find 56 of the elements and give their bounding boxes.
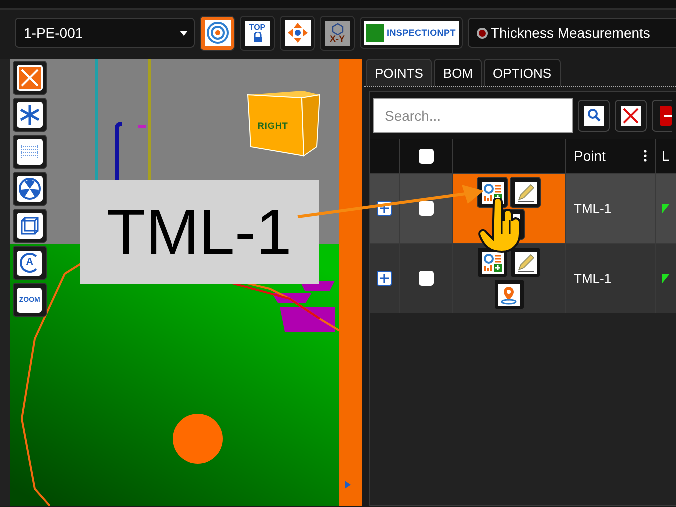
status-flag-icon [662,204,670,214]
remove-button[interactable] [652,100,672,132]
toolbar-button[interactable] [200,16,235,50]
cube-icon [16,213,43,239]
section-icon [16,139,43,165]
measurement-select[interactable]: Thickness Measurements [468,18,676,48]
column-header: Point [574,148,606,164]
table-cell: TML-1 [566,243,656,313]
move-arrows-icon [284,20,310,46]
view-tool-button[interactable] [12,61,47,95]
toolbar-button[interactable]: TOP [240,16,275,50]
view-tool-button[interactable]: A [12,246,47,280]
radiation-icon [16,176,43,202]
column-header: L [662,148,670,164]
clear-button[interactable] [615,100,647,132]
cube-face-label: RIGHT [258,121,288,131]
toolbar-button[interactable]: X-Y [320,16,355,50]
orientation-cube-drawing[interactable] [246,89,322,159]
table-cell: TML-1 [566,173,656,243]
top-lock-icon: TOP [245,20,270,46]
search-field[interactable]: Search... [373,98,573,133]
edit-button[interactable] [510,247,541,278]
locate-button[interactable] [494,279,524,310]
row-checkbox[interactable] [418,201,434,216]
view-tool-button[interactable] [12,135,47,169]
view-tool-button[interactable] [12,172,47,206]
status-flag-icon [662,274,670,284]
rotate-icon: A [17,250,42,276]
location-pin-icon [498,284,520,306]
toolbar-button[interactable] [280,16,315,50]
column-menu-icon[interactable] [644,150,647,162]
model-select[interactable]: 1-PE-001 [15,18,195,48]
close-icon [621,106,641,126]
axis-icon: X-Y [325,20,350,46]
search-button[interactable] [578,100,610,132]
edit-button[interactable] [510,177,541,208]
minus-icon [660,106,672,126]
pencil-icon [514,182,536,204]
expand-arrow-icon [345,481,352,489]
view-tool-button[interactable] [12,209,47,243]
pencil-icon [514,252,536,274]
view-tool-button[interactable] [12,98,47,132]
target-icon [204,20,230,46]
report-icon [482,252,504,274]
panel-tab[interactable]: POINTS [366,59,432,86]
panel-splitter[interactable] [339,59,364,506]
select-all-checkbox[interactable] [418,148,434,164]
search-icon [584,106,604,126]
expand-row-icon[interactable] [377,271,392,286]
inspection-point-button[interactable]: INSPECTIONPT [360,17,463,49]
snowflake-icon [16,102,43,128]
point-callout-label: TML-1 [80,180,319,284]
fit-view-icon [16,65,43,91]
row-checkbox[interactable] [418,271,434,286]
panel-tab[interactable]: BOM [434,59,482,86]
panel-tab[interactable]: OPTIONS [484,59,561,86]
